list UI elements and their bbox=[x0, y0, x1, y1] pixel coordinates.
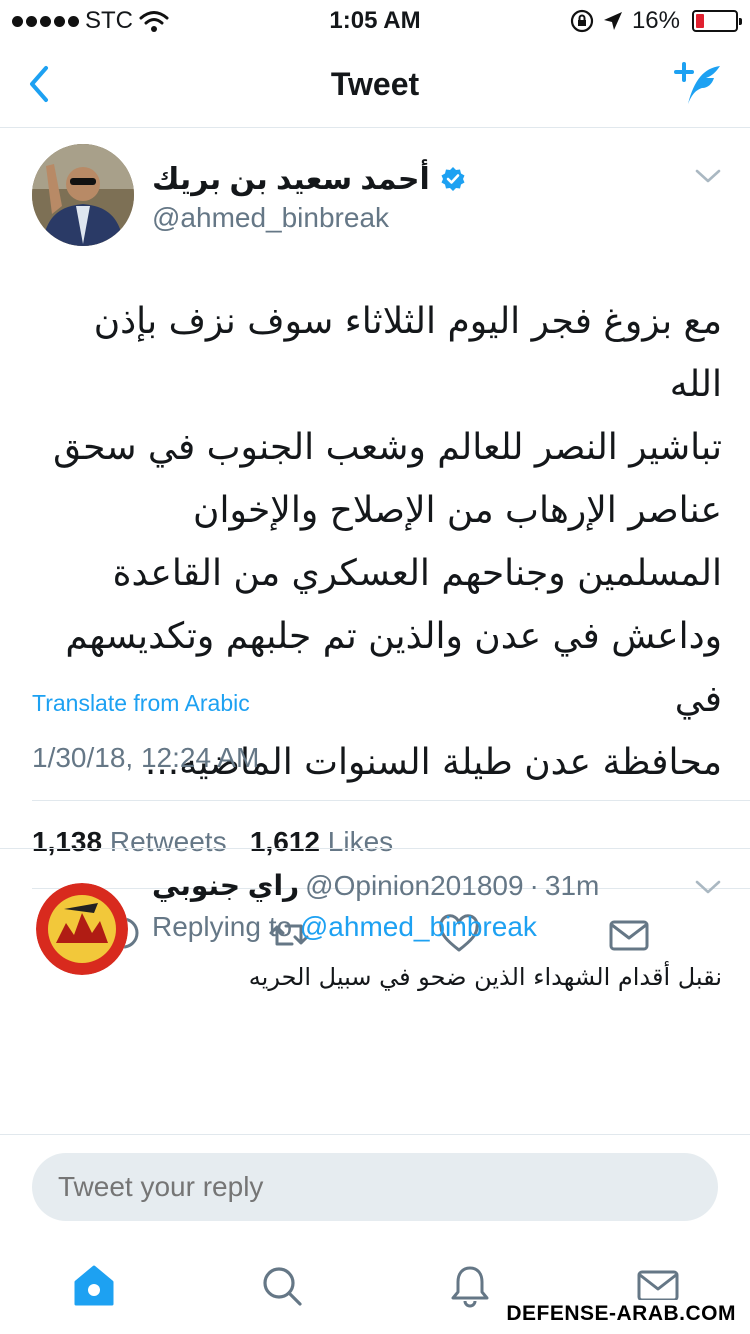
rotation-lock-icon bbox=[570, 9, 594, 33]
tweet-text-line: تباشير النصر للعالم وشعب الجنوب في سحق bbox=[53, 427, 722, 468]
author-photo bbox=[32, 144, 134, 246]
nav-bar: Tweet bbox=[0, 40, 750, 128]
author-name[interactable]: أحمد سعيد بن بريك bbox=[152, 162, 430, 197]
notifications-bell-icon[interactable] bbox=[448, 1264, 492, 1308]
reply-author-handle[interactable]: @Opinion201809 bbox=[305, 870, 523, 902]
tweet-text: مع بزوغ فجر اليوم الثلاثاء سوف نزف بإذن … bbox=[32, 290, 722, 794]
translate-link[interactable]: Translate from Arabic bbox=[32, 690, 250, 717]
battery-icon bbox=[692, 10, 742, 32]
reply-text-line: والاستقلال bbox=[152, 997, 722, 1006]
status-bar: STC 1:05 AM 16% bbox=[0, 0, 750, 40]
reply-age: 31m bbox=[544, 870, 600, 901]
reply-item[interactable]: راي جنوبي @Opinion201809 · 31m Replying … bbox=[0, 848, 750, 1006]
compose-tweet-icon[interactable] bbox=[674, 60, 724, 108]
page-title: Tweet bbox=[330, 66, 420, 102]
tweet-timestamp: 1/30/18, 12:24 AM bbox=[32, 742, 260, 773]
author-handle[interactable]: @ahmed_binbreak bbox=[152, 202, 466, 234]
reply-header: راي جنوبي @Opinion201809 · 31m bbox=[152, 869, 599, 902]
tweet-text-line: مع بزوغ فجر اليوم الثلاثاء سوف نزف بإذن … bbox=[93, 301, 722, 405]
search-icon[interactable] bbox=[260, 1264, 304, 1308]
home-icon[interactable] bbox=[72, 1264, 116, 1308]
author-avatar[interactable] bbox=[32, 144, 134, 246]
chevron-down-icon[interactable] bbox=[694, 166, 722, 186]
location-icon bbox=[603, 12, 622, 30]
replying-to: Replying to @ahmed_binbreak bbox=[152, 911, 537, 943]
tweet-text-line: عناصر الإرهاب من الإصلاح والإخوان bbox=[193, 490, 722, 531]
tab-bar: DEFENSE-ARAB.COM bbox=[0, 1238, 750, 1334]
reply-author-name[interactable]: راي جنوبي bbox=[152, 869, 299, 902]
reply-input[interactable] bbox=[32, 1153, 718, 1221]
meta-separator: · bbox=[529, 870, 539, 901]
status-right: 16% bbox=[570, 7, 742, 35]
replying-to-mention[interactable]: @ahmed_binbreak bbox=[300, 911, 537, 942]
divider bbox=[32, 800, 750, 801]
tweet-text-line: المسلمين وجناحهم العسكري من القاعدة bbox=[112, 553, 722, 594]
reply-avatar-logo bbox=[36, 883, 128, 975]
watermark: DEFENSE-ARAB.COM bbox=[500, 1300, 742, 1328]
reply-composer bbox=[0, 1134, 750, 1238]
author-block: أحمد سعيد بن بريك @ahmed_binbreak bbox=[152, 160, 466, 234]
chevron-down-icon[interactable] bbox=[694, 877, 722, 897]
replying-to-prefix: Replying to bbox=[152, 911, 293, 942]
author-name-row: أحمد سعيد بن بريك bbox=[152, 160, 466, 198]
reply-text: نقبل أقدام الشهداء الذين ضحو في سبيل الح… bbox=[152, 957, 722, 1006]
battery-percent: 16% bbox=[631, 7, 680, 34]
reply-text-line: نقبل أقدام الشهداء الذين ضحو في سبيل الح… bbox=[248, 963, 722, 991]
verified-badge-icon bbox=[441, 167, 465, 191]
reply-avatar[interactable] bbox=[36, 883, 128, 975]
